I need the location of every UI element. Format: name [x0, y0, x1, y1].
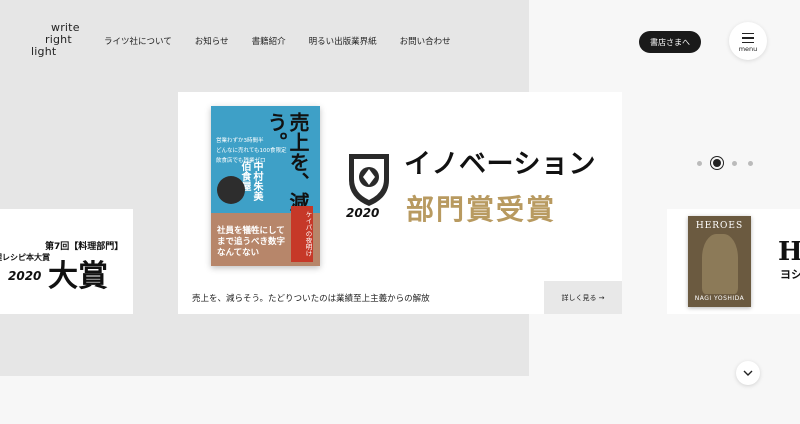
chevron-down-icon [743, 370, 753, 376]
nav-books[interactable]: 書籍紹介 [252, 35, 286, 47]
award-subtitle: 部門賞受賞 [406, 193, 557, 226]
award-year: 2020 [8, 269, 42, 283]
award-year: 2020 [346, 206, 380, 220]
book-subtitle: 社員を犠牲にしてまで追うべき数字なんてない [217, 226, 286, 258]
menu-label: menu [738, 45, 758, 53]
carousel-dot[interactable] [697, 160, 702, 166]
carousel-slide-active[interactable]: 営業わずか3時間半 どんなに売れても100食限定 飲食店でも残業ゼロ 売上を、減… [178, 92, 622, 314]
award-name: 料理レシピ本大賞 [0, 253, 50, 262]
logo-line3: light [31, 45, 57, 58]
book-author: NAGI YOSHIDA [694, 295, 745, 302]
logo-line2: right [45, 33, 72, 46]
nav-about[interactable]: ライツ社について [104, 35, 172, 47]
award-title: イノベーション [404, 149, 596, 180]
nav-news[interactable]: お知らせ [195, 35, 229, 47]
carousel-pagination [697, 159, 764, 167]
nav-contact[interactable]: お問い合わせ [400, 35, 451, 47]
carousel-slide-prev[interactable]: 第7回【料理部門】 料理レシピ本大賞 大賞 2020 [0, 209, 133, 314]
slide-caption: 売上を、減らそう。たどりついたのは業績至上主義からの解放 [192, 294, 430, 304]
award-emblem-icon [349, 154, 389, 206]
carousel-slide-next[interactable]: HEROES NAGI YOSHIDA H ヨシ [667, 209, 800, 314]
book-cover: 営業わずか3時間半 どんなに売れても100食限定 飲食店でも残業ゼロ 売上を、減… [211, 106, 320, 266]
scroll-down-button[interactable] [736, 361, 760, 385]
award-grand-prize: 大賞 [48, 259, 108, 294]
logo-line1: write [51, 21, 80, 34]
carousel-dot-active[interactable] [713, 159, 721, 167]
slide-banner[interactable]: 営業わずか3時間半 どんなに売れても100食限定 飲食店でも残業ゼロ 売上を、減… [178, 92, 622, 281]
slide-subheading: ヨシ [780, 268, 800, 281]
book-cover: HEROES NAGI YOSHIDA [688, 216, 751, 307]
slide-heading: H [778, 237, 800, 267]
nav-paper[interactable]: 明るい出版業界紙 [309, 35, 377, 47]
carousel-dot[interactable] [732, 160, 737, 166]
book-band: ケイパの夜明け [291, 206, 313, 262]
carousel-dot[interactable] [748, 160, 753, 166]
book-author: 中村朱美 [251, 161, 262, 201]
menu-button[interactable]: menu [729, 22, 767, 60]
book-seal [217, 176, 245, 204]
site-logo[interactable]: write right light [31, 22, 81, 60]
store-button[interactable]: 書店さまへ [639, 31, 701, 53]
read-more-button[interactable]: 詳しく見る → [544, 281, 622, 314]
book-title: HEROES [695, 221, 744, 231]
main-nav: ライツ社について お知らせ 書籍紹介 明るい出版業界紙 お問い合わせ [104, 35, 474, 47]
